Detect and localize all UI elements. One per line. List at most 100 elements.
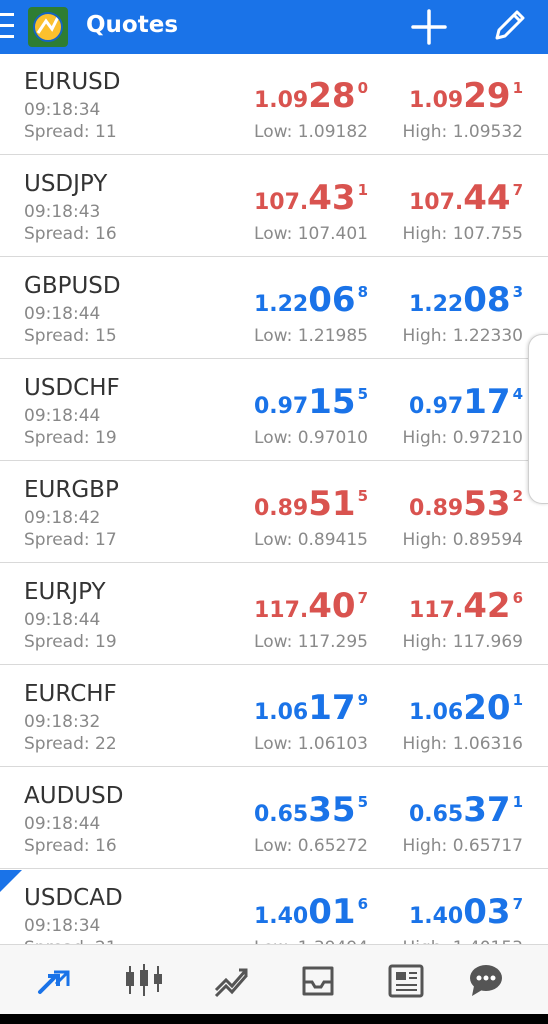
bid-price-pips: 28: [308, 76, 356, 116]
bid-price-main: 1.22: [253, 292, 309, 317]
pencil-icon: [495, 10, 525, 40]
ask-price: 107.44 7: [409, 172, 523, 222]
side-drawer-handle[interactable]: [528, 334, 548, 504]
nav-news[interactable]: [386, 960, 426, 1000]
spread-value: Spread: 15: [24, 326, 117, 346]
ask-price-main: 1.40: [408, 904, 464, 929]
app-root: Quotes EURUSD 09:18:34 Spread: 11 1.0928 0 1.…: [0, 0, 548, 1024]
ask-price-fraction: 4: [512, 385, 523, 403]
nav-quotes[interactable]: [34, 960, 74, 1000]
ask-price-pips: 37: [463, 790, 511, 830]
daily-high: High: 0.89594: [402, 530, 523, 550]
ask-price-fraction: 1: [512, 793, 523, 811]
history-icon: [302, 966, 334, 996]
daily-low: Low: 0.97010: [254, 428, 368, 448]
ask-price-fraction: 6: [512, 589, 523, 607]
quote-row[interactable]: USDCHF 09:18:44 Spread: 19 0.9715 5 0.9717 4 Lo…: [0, 360, 548, 461]
ask-price: 117.42 6: [409, 580, 523, 630]
spread-value: Spread: 17: [24, 530, 117, 550]
bid-price-fraction: 5: [357, 793, 368, 811]
spread-value: Spread: 19: [24, 632, 117, 652]
ask-price-main: 107.: [408, 190, 464, 215]
bid-price-main: 117.: [253, 598, 309, 623]
bid-price-main: 0.97: [253, 394, 309, 419]
ask-price: 1.0929 1: [409, 70, 523, 120]
news-icon: [388, 964, 424, 998]
bid-price-pips: 35: [308, 790, 356, 830]
nav-chat[interactable]: [466, 960, 506, 1000]
daily-high: High: 1.06316: [402, 734, 523, 754]
bid-price: 0.8951 5: [254, 478, 368, 528]
menu-icon[interactable]: [0, 13, 14, 39]
bid-price-pips: 43: [308, 178, 356, 218]
quote-row[interactable]: GBPUSD 09:18:44 Spread: 15 1.2206 8 1.2208 3 Lo…: [0, 258, 548, 359]
ask-price-fraction: 3: [512, 283, 523, 301]
ask-price: 1.0620 1: [409, 682, 523, 732]
nav-chart[interactable]: [124, 960, 164, 1000]
daily-high: High: 0.97210: [402, 428, 523, 448]
quote-row[interactable]: EURCHF 09:18:32 Spread: 22 1.0617 9 1.0620 1 Lo…: [0, 666, 548, 767]
ask-price-pips: 53: [463, 484, 511, 524]
quote-time: 09:18:44: [24, 814, 101, 834]
quote-time: 09:18:43: [24, 202, 101, 222]
daily-low: Low: 1.09182: [254, 122, 368, 142]
bid-price-fraction: 5: [357, 487, 368, 505]
quote-row[interactable]: EURJPY 09:18:44 Spread: 19 117.40 7 117.42 6 Lo…: [0, 564, 548, 665]
symbol-name: USDCHF: [24, 375, 120, 401]
bid-price: 117.40 7: [254, 580, 368, 630]
ask-price-fraction: 7: [512, 895, 523, 913]
bid-price-fraction: 5: [357, 385, 368, 403]
edit-list-button[interactable]: [488, 4, 530, 46]
daily-low: Low: 117.295: [254, 632, 368, 652]
quotes-list[interactable]: EURUSD 09:18:34 Spread: 11 1.0928 0 1.0929 1 Lo…: [0, 54, 548, 944]
bid-price-main: 107.: [253, 190, 309, 215]
symbol-name: AUDUSD: [24, 783, 124, 809]
bid-price-fraction: 8: [357, 283, 368, 301]
bid-price-pips: 06: [308, 280, 356, 320]
add-symbol-button[interactable]: [408, 6, 450, 48]
app-logo[interactable]: [24, 3, 72, 51]
daily-high: High: 1.22330: [402, 326, 523, 346]
ask-price-main: 0.97: [408, 394, 464, 419]
ask-price-main: 1.09: [408, 88, 464, 113]
bottom-navigation: [0, 944, 548, 1014]
ask-price: 0.6537 1: [409, 784, 523, 834]
ask-price-fraction: 7: [512, 181, 523, 199]
quote-time: 09:18:44: [24, 304, 101, 324]
quote-row[interactable]: EURUSD 09:18:34 Spread: 11 1.0928 0 1.0929 1 Lo…: [0, 54, 548, 155]
ask-price: 1.2208 3: [409, 274, 523, 324]
ask-price-main: 117.: [408, 598, 464, 623]
page-title: Quotes: [86, 12, 179, 38]
symbol-name: USDCAD: [24, 885, 123, 911]
ask-price-main: 0.89: [408, 496, 464, 521]
ask-price: 1.4003 7: [409, 886, 523, 936]
quote-row[interactable]: USDCAD09:18:34Spread: 211.400161.40037Lo…: [0, 870, 548, 944]
bid-price: 1.2206 8: [254, 274, 368, 324]
chat-icon: [470, 965, 502, 996]
symbol-name: EURJPY: [24, 579, 106, 605]
spread-value: Spread: 16: [24, 224, 117, 244]
bid-price-pips: 40: [308, 586, 356, 626]
trade-icon: [214, 968, 248, 998]
bid-price-fraction: 6: [357, 895, 368, 913]
quote-row[interactable]: EURGBP 09:18:42 Spread: 17 0.8951 5 0.8953 2 Lo…: [0, 462, 548, 563]
chart-icon: [126, 964, 162, 996]
bid-price-pips: 51: [308, 484, 356, 524]
symbol-name: EURGBP: [24, 477, 119, 503]
bid-price-pips: 15: [308, 382, 356, 422]
symbol-name: EURUSD: [24, 69, 121, 95]
quote-row[interactable]: AUDUSD 09:18:44 Spread: 16 0.6535 5 0.6537 1 Lo…: [0, 768, 548, 869]
bid-price-main: 1.09: [253, 88, 309, 113]
ask-price-fraction: 2: [512, 487, 523, 505]
ask-price-pips: 42: [463, 586, 511, 626]
bid-price-main: 1.40: [253, 904, 309, 929]
bid-price-fraction: 1: [357, 181, 368, 199]
quote-row[interactable]: USDJPY 09:18:43 Spread: 16 107.43 1 107.44 7 Lo…: [0, 156, 548, 257]
nav-history[interactable]: [298, 960, 338, 1000]
nav-trade[interactable]: [212, 960, 252, 1000]
quotes-icon: [38, 970, 70, 994]
system-navigation-strip: [0, 1014, 548, 1024]
quote-time: 09:18:42: [24, 508, 101, 528]
ask-price-pips: 29: [463, 76, 511, 116]
ask-price-pips: 17: [463, 382, 511, 422]
